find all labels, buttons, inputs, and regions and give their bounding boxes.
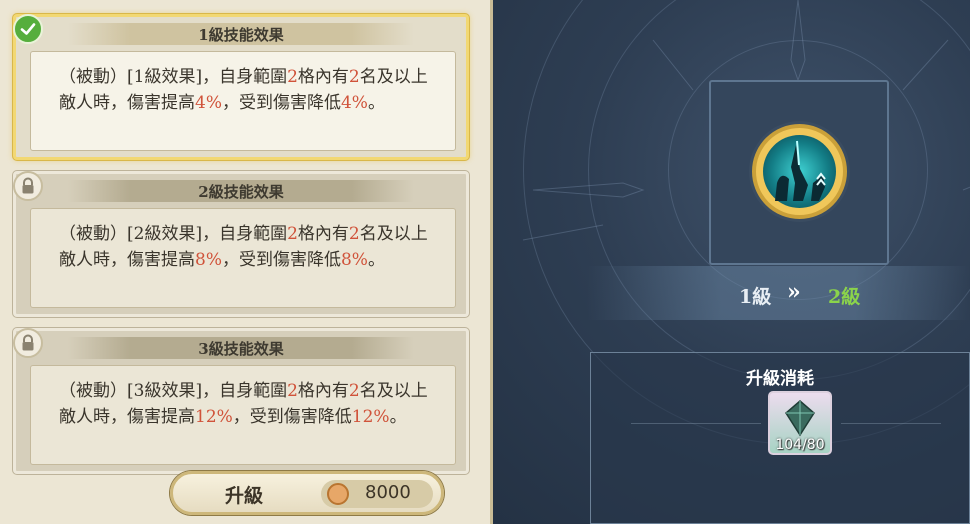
lock-icon	[13, 171, 43, 201]
upgrade-material-item[interactable]: 104/80	[768, 391, 832, 455]
skill-level-1-description: （被動）[1級效果]，自身範圍2格內有2名及以上敵人時，傷害提高4%，受到傷害降…	[30, 51, 456, 151]
cost-title: 升級消耗	[746, 369, 814, 389]
coin-cost: 8000	[321, 480, 433, 508]
desc-text: ，受到傷害降低	[221, 250, 341, 270]
skill-level-1-card[interactable]: 1級技能效果 （被動）[1級效果]，自身範圍2格內有2名及以上敵人時，傷害提高4…	[13, 14, 469, 160]
desc-text: （被動）[2級效果]，自身範圍	[59, 224, 288, 244]
upgrade-cost-panel: 升級消耗 104/80	[590, 352, 970, 524]
card-title-bar: 1級技能效果	[16, 23, 466, 45]
skill-level-3-card[interactable]: 3級技能效果 （被動）[3級效果]，自身範圍2格內有2名及以上敵人時，傷害提高1…	[13, 328, 469, 474]
next-level: 2級	[828, 286, 861, 308]
current-level: 1級	[739, 286, 772, 308]
coin-amount: 8000	[365, 482, 411, 503]
desc-text: 。	[367, 93, 385, 113]
double-chevron-right-icon: »	[787, 279, 801, 305]
card-title-bar: 3級技能效果	[16, 337, 466, 359]
lock-icon	[13, 328, 43, 358]
divider	[631, 423, 761, 424]
check-icon	[13, 14, 43, 44]
desc-value: 2	[287, 224, 298, 244]
skill-upgrade-panel: 1級 » 2級 升級消耗 104/80	[493, 0, 970, 524]
desc-text: （被動）[1級效果]，自身範圍	[59, 67, 288, 87]
skill-level-2-description: （被動）[2級效果]，自身範圍2格內有2名及以上敵人時，傷害提高8%，受到傷害降…	[30, 208, 456, 308]
skill-level-3-description: （被動）[3級效果]，自身範圍2格內有2名及以上敵人時，傷害提高12%，受到傷害…	[30, 365, 456, 465]
desc-text: ，受到傷害降低	[232, 407, 352, 427]
item-count: 104/80	[775, 437, 825, 453]
desc-value: 2	[348, 224, 360, 244]
upgrade-button-label: 升級	[225, 485, 264, 507]
desc-value: 2	[287, 381, 298, 401]
crystal-icon	[785, 400, 815, 437]
skill-level-1-title: 1級技能效果	[198, 25, 284, 44]
coin-icon	[327, 483, 349, 505]
desc-value: 2	[348, 67, 360, 87]
desc-value: 2	[348, 381, 360, 401]
desc-value: 4%	[195, 93, 222, 113]
skill-level-2-card[interactable]: 2級技能效果 （被動）[2級效果]，自身範圍2格內有2名及以上敵人時，傷害提高8…	[13, 171, 469, 317]
desc-value: 8%	[340, 250, 368, 270]
desc-text: 。	[367, 250, 385, 270]
desc-text: 格內有	[297, 67, 349, 87]
skill-level-3-title: 3級技能效果	[198, 339, 284, 358]
desc-text: 格內有	[297, 224, 349, 244]
desc-value: 12%	[195, 407, 233, 427]
card-title-bar: 2級技能效果	[16, 180, 466, 202]
desc-text: ，受到傷害降低	[221, 93, 341, 113]
skill-portrait-icon	[752, 124, 847, 219]
desc-text: （被動）[3級效果]，自身範圍	[59, 381, 288, 401]
upgrade-button[interactable]: 升級 8000	[170, 471, 444, 515]
desc-value: 4%	[340, 93, 368, 113]
desc-text: 。	[389, 407, 407, 427]
desc-value: 8%	[195, 250, 222, 270]
divider	[841, 423, 941, 424]
desc-value: 12%	[351, 407, 390, 427]
skill-level-2-title: 2級技能效果	[198, 182, 284, 201]
desc-value: 2	[287, 67, 298, 87]
desc-text: 格內有	[297, 381, 349, 401]
level-band	[587, 266, 970, 320]
skill-effects-panel: 1級技能效果 （被動）[1級效果]，自身範圍2格內有2名及以上敵人時，傷害提高4…	[0, 0, 493, 524]
